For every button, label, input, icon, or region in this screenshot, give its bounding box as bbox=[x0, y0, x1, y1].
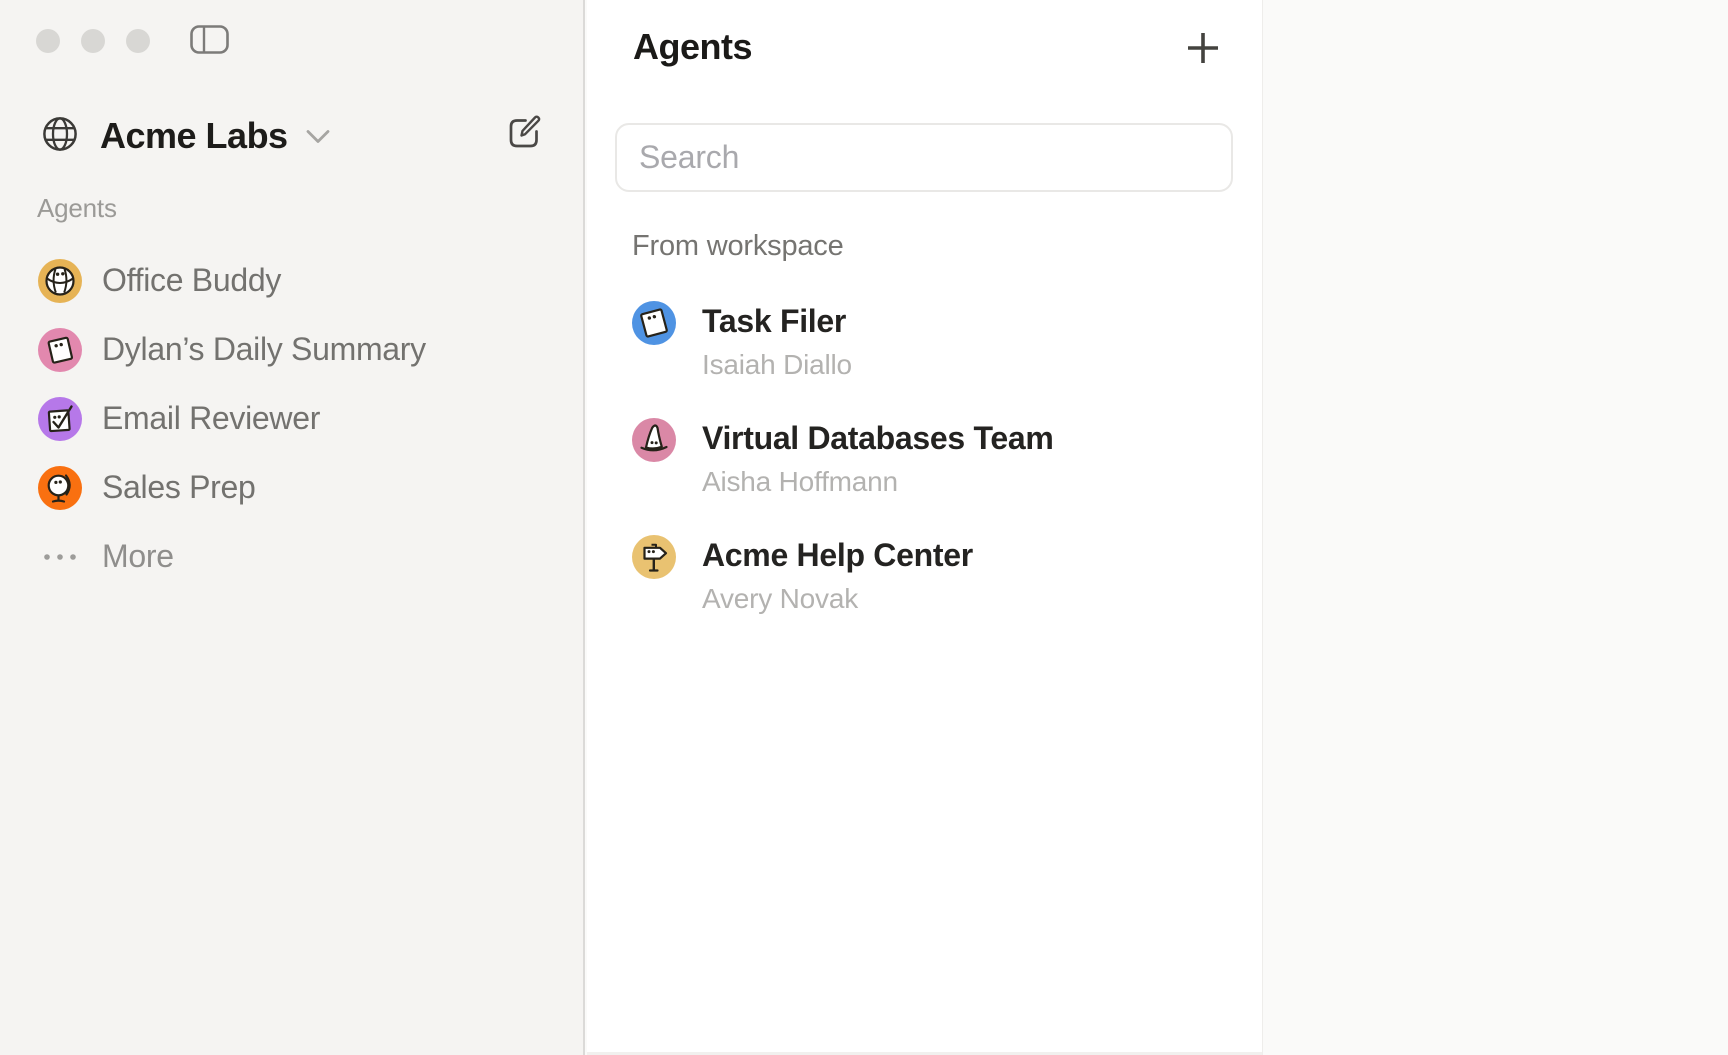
sidebar-item-label: Sales Prep bbox=[102, 469, 256, 506]
sidebar-item-sales-prep[interactable]: Sales Prep bbox=[38, 453, 558, 522]
compose-icon[interactable] bbox=[504, 111, 542, 153]
ball-face-icon bbox=[38, 259, 82, 303]
ellipsis-icon bbox=[38, 535, 82, 579]
agent-row-virtual-databases-team[interactable]: Virtual Databases Team Aisha Hoffmann bbox=[632, 418, 1232, 535]
window-minimize-button[interactable] bbox=[81, 29, 105, 53]
panel-title: Agents bbox=[633, 26, 752, 68]
sidebar-item-email-reviewer[interactable]: Email Reviewer bbox=[38, 384, 558, 453]
agents-panel: Agents From workspace bbox=[587, 0, 1263, 1055]
note-face-icon bbox=[632, 301, 676, 345]
sidebar-agent-list: Office Buddy Dylan’s Daily Summary bbox=[38, 246, 558, 591]
plus-icon[interactable] bbox=[1186, 31, 1220, 65]
sidebar-section-label: Agents bbox=[37, 193, 117, 224]
sidebar-item-more[interactable]: More bbox=[38, 522, 558, 591]
agent-owner: Avery Novak bbox=[702, 582, 973, 616]
app-window: Acme Labs Agents bbox=[0, 0, 1728, 1055]
sidebar-item-label: Dylan’s Daily Summary bbox=[102, 331, 426, 368]
sidebar-item-office-buddy[interactable]: Office Buddy bbox=[38, 246, 558, 315]
desk-globe-face-icon bbox=[38, 466, 82, 510]
workspace-name: Acme Labs bbox=[100, 115, 288, 157]
note-face-icon bbox=[38, 328, 82, 372]
sidebar-toggle-icon[interactable] bbox=[190, 25, 230, 55]
agent-name: Acme Help Center bbox=[702, 536, 973, 574]
sidebar-item-label: Email Reviewer bbox=[102, 400, 320, 437]
witch-hat-face-icon bbox=[632, 418, 676, 462]
agent-name: Virtual Databases Team bbox=[702, 419, 1054, 457]
globe-icon bbox=[41, 115, 79, 158]
detail-pane bbox=[1264, 0, 1728, 1055]
agent-name: Task Filer bbox=[702, 302, 852, 340]
agent-owner: Aisha Hoffmann bbox=[702, 465, 1054, 499]
sidebar-more-label: More bbox=[102, 538, 174, 575]
signpost-face-icon bbox=[632, 535, 676, 579]
sidebar-item-dylans-daily-summary[interactable]: Dylan’s Daily Summary bbox=[38, 315, 558, 384]
workspace-agent-list: Task Filer Isaiah Diallo Virtual Databas… bbox=[632, 301, 1232, 652]
window-zoom-button[interactable] bbox=[126, 29, 150, 53]
workspace-switcher[interactable]: Acme Labs bbox=[41, 112, 331, 160]
checkmark-note-face-icon bbox=[38, 397, 82, 441]
agent-row-task-filer[interactable]: Task Filer Isaiah Diallo bbox=[632, 301, 1232, 418]
sidebar-item-label: Office Buddy bbox=[102, 262, 281, 299]
window-close-button[interactable] bbox=[36, 29, 60, 53]
search-input[interactable] bbox=[615, 123, 1233, 192]
sidebar: Acme Labs Agents bbox=[0, 0, 585, 1055]
chevron-down-icon bbox=[305, 129, 331, 150]
from-workspace-label: From workspace bbox=[632, 230, 844, 263]
agent-row-acme-help-center[interactable]: Acme Help Center Avery Novak bbox=[632, 535, 1232, 652]
window-controls bbox=[36, 29, 150, 53]
agent-owner: Isaiah Diallo bbox=[702, 348, 852, 382]
